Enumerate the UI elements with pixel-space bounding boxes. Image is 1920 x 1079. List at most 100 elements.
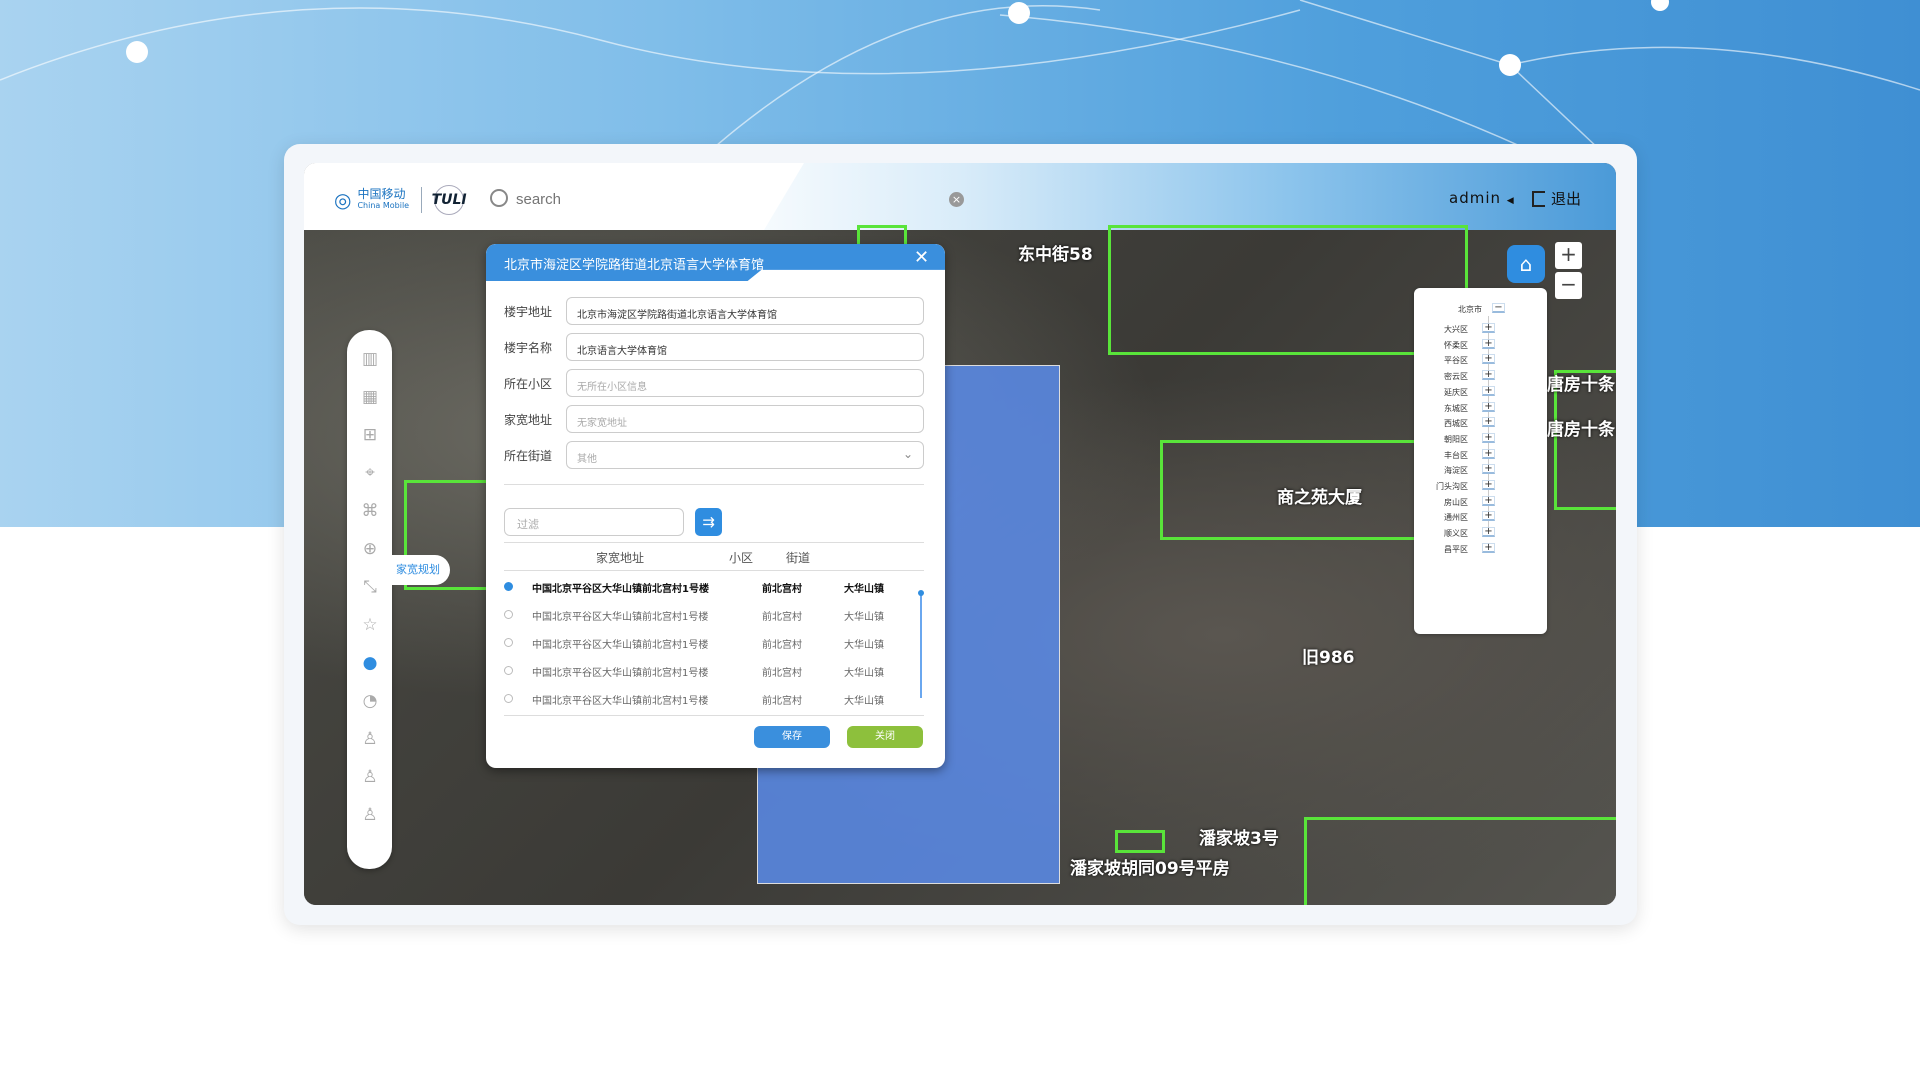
tuli-logo: TULI xyxy=(432,185,467,215)
cell-address: 中国北京平谷区大华山镇前北宫村1号楼 xyxy=(532,584,709,595)
table-row[interactable]: 中国北京平谷区大华山镇前北宫村1号楼 前北宫村 大华山镇 xyxy=(504,577,924,599)
tree-node[interactable]: 房山区 xyxy=(1408,497,1468,508)
tree-node-root[interactable]: 北京市 xyxy=(1422,304,1482,315)
expand-icon[interactable]: + xyxy=(1482,448,1495,459)
expand-icon[interactable]: + xyxy=(1482,354,1495,365)
user-menu[interactable]: admin ◀ xyxy=(1449,189,1515,207)
expand-icon[interactable]: + xyxy=(1482,511,1495,522)
star-icon[interactable]: ☆ xyxy=(359,614,381,636)
tree-node[interactable]: 密云区 xyxy=(1408,371,1468,382)
cell-street: 大华山镇 xyxy=(844,668,884,679)
zoom-out-button[interactable]: − xyxy=(1555,272,1582,299)
map-pin-icon[interactable]: ⌖ xyxy=(359,462,381,484)
cell-street: 大华山镇 xyxy=(844,640,884,651)
expand-icon[interactable]: + xyxy=(1482,323,1495,333)
user-settings-icon[interactable]: ♙ xyxy=(359,766,381,788)
row-radio[interactable] xyxy=(504,638,513,647)
expand-icon[interactable]: + xyxy=(1482,385,1495,396)
tool-sidebar: ▥ ▦ ⊞ ⌖ ⌘ ⊕ ⤡ ☆ ● ◔ ♙ ♙ ♙ xyxy=(347,330,392,869)
search-input[interactable] xyxy=(516,188,746,210)
tree-node[interactable]: 海淀区 xyxy=(1408,465,1468,476)
tree-node[interactable]: 丰台区 xyxy=(1408,450,1468,461)
building-info-dialog: 北京市海淀区学院路街道北京语言大学体育馆 ✕ 楼宇地址 北京市海淀区学院路街道北京… xyxy=(486,244,945,768)
collapse-icon[interactable]: − xyxy=(1492,303,1505,313)
expand-icon[interactable]: + xyxy=(1482,527,1495,538)
clear-search-icon[interactable]: × xyxy=(949,192,964,207)
filter-input[interactable]: 过滤 xyxy=(504,508,684,536)
logout-icon xyxy=(1532,190,1545,207)
community-input[interactable]: 无所在小区信息 xyxy=(566,369,924,397)
satellite-map[interactable]: 东中街58 商之苑大厦 旧986 潘家坡3号 潘家坡胡同09号平房 唐房十条1 … xyxy=(304,225,1616,905)
building-outline[interactable] xyxy=(1115,830,1165,853)
expand-icon[interactable]: + xyxy=(1482,542,1495,553)
field-label: 楼宇名称 xyxy=(504,341,553,355)
zoom-in-button[interactable]: + xyxy=(1555,242,1582,269)
row-radio[interactable] xyxy=(504,582,513,591)
row-radio[interactable] xyxy=(504,610,513,619)
expand-icon[interactable]: + xyxy=(1482,417,1495,428)
tree-node[interactable]: 昌平区 xyxy=(1408,544,1468,555)
route-icon[interactable]: ⤡ xyxy=(359,576,381,598)
tree-node[interactable]: 门头沟区 xyxy=(1408,481,1468,492)
tree-node[interactable]: 西城区 xyxy=(1408,418,1468,429)
china-mobile-logo-icon: ◎ xyxy=(334,188,352,212)
cell-community: 前北宫村 xyxy=(762,584,802,595)
user-list-icon[interactable]: ♙ xyxy=(359,804,381,826)
tree-node[interactable]: 通州区 xyxy=(1408,512,1468,523)
tree-node[interactable]: 平谷区 xyxy=(1408,355,1468,366)
close-button[interactable]: 关闭 xyxy=(847,726,923,748)
search-bar[interactable]: × xyxy=(488,188,964,210)
home-button[interactable]: ⌂ xyxy=(1507,245,1545,283)
street-select-value: 其他 xyxy=(577,454,597,465)
map-label: 东中街58 xyxy=(1018,245,1093,265)
divider xyxy=(504,484,924,485)
map-label: 潘家坡3号 xyxy=(1199,829,1279,849)
expand-icon[interactable]: + xyxy=(1482,464,1495,475)
tree-node[interactable]: 大兴区 xyxy=(1408,324,1468,335)
row-radio[interactable] xyxy=(504,666,513,675)
user-search-icon[interactable]: ♙ xyxy=(359,728,381,750)
network-icon[interactable]: ⌘ xyxy=(359,500,381,522)
grid-icon[interactable]: ⊞ xyxy=(359,424,381,446)
pie-icon[interactable]: ◔ xyxy=(359,690,381,712)
table-row[interactable]: 中国北京平谷区大华山镇前北宫村1号楼 前北宫村 大华山镇 xyxy=(504,605,924,627)
tree-node[interactable]: 怀柔区 xyxy=(1408,340,1468,351)
buildings-icon[interactable]: ▥ xyxy=(359,348,381,370)
building-chart-icon[interactable]: ▦ xyxy=(359,386,381,408)
tree-node[interactable]: 延庆区 xyxy=(1408,387,1468,398)
save-button[interactable]: 保存 xyxy=(754,726,830,748)
expand-icon[interactable]: + xyxy=(1482,495,1495,506)
street-select[interactable]: 其他 ⌄ xyxy=(566,441,924,469)
row-radio[interactable] xyxy=(504,694,513,703)
expand-icon[interactable]: + xyxy=(1482,480,1495,490)
map-label: 旧986 xyxy=(1302,648,1355,668)
table-row[interactable]: 中国北京平谷区大华山镇前北宫村1号楼 前北宫村 大华山镇 xyxy=(504,661,924,683)
cell-address: 中国北京平谷区大华山镇前北宫村1号楼 xyxy=(532,668,709,679)
username: admin xyxy=(1449,189,1501,207)
expand-icon[interactable]: + xyxy=(1482,370,1495,381)
building-address-input[interactable]: 北京市海淀区学院路街道北京语言大学体育馆 xyxy=(566,297,924,325)
table-scrollbar[interactable] xyxy=(918,590,924,698)
field-building-name: 楼宇名称 北京语言大学体育馆 xyxy=(504,333,924,361)
tree-node[interactable]: 朝阳区 xyxy=(1408,434,1468,445)
logout-button[interactable]: 退出 xyxy=(1532,188,1581,209)
table-row[interactable]: 中国北京平谷区大华山镇前北宫村1号楼 前北宫村 大华山镇 xyxy=(504,633,924,655)
globe-user-icon[interactable]: ● xyxy=(359,652,381,674)
expand-icon[interactable]: + xyxy=(1482,432,1495,443)
table-row[interactable]: 中国北京平谷区大华山镇前北宫村1号楼 前北宫村 大华山镇 xyxy=(504,689,924,711)
building-name-input[interactable]: 北京语言大学体育馆 xyxy=(566,333,924,361)
sidebar-tooltip-broadband-planning[interactable]: 家宽规划 xyxy=(382,555,450,585)
tree-node[interactable]: 顺义区 xyxy=(1408,528,1468,539)
target-icon[interactable]: ⊕ xyxy=(359,538,381,560)
close-icon[interactable]: ✕ xyxy=(914,247,929,268)
field-label: 楼宇地址 xyxy=(504,305,553,319)
broadband-address-input[interactable]: 无家宽地址 xyxy=(566,405,924,433)
tree-node[interactable]: 东城区 xyxy=(1408,403,1468,414)
expand-icon[interactable]: + xyxy=(1482,338,1495,349)
transfer-button[interactable]: ⇉ xyxy=(695,508,722,536)
building-outline[interactable] xyxy=(1304,817,1616,905)
map-label: 商之苑大厦 xyxy=(1277,488,1362,508)
field-building-address: 楼宇地址 北京市海淀区学院路街道北京语言大学体育馆 xyxy=(504,297,924,325)
expand-icon[interactable]: + xyxy=(1482,401,1495,412)
field-street: 所在街道 其他 ⌄ xyxy=(504,441,924,469)
